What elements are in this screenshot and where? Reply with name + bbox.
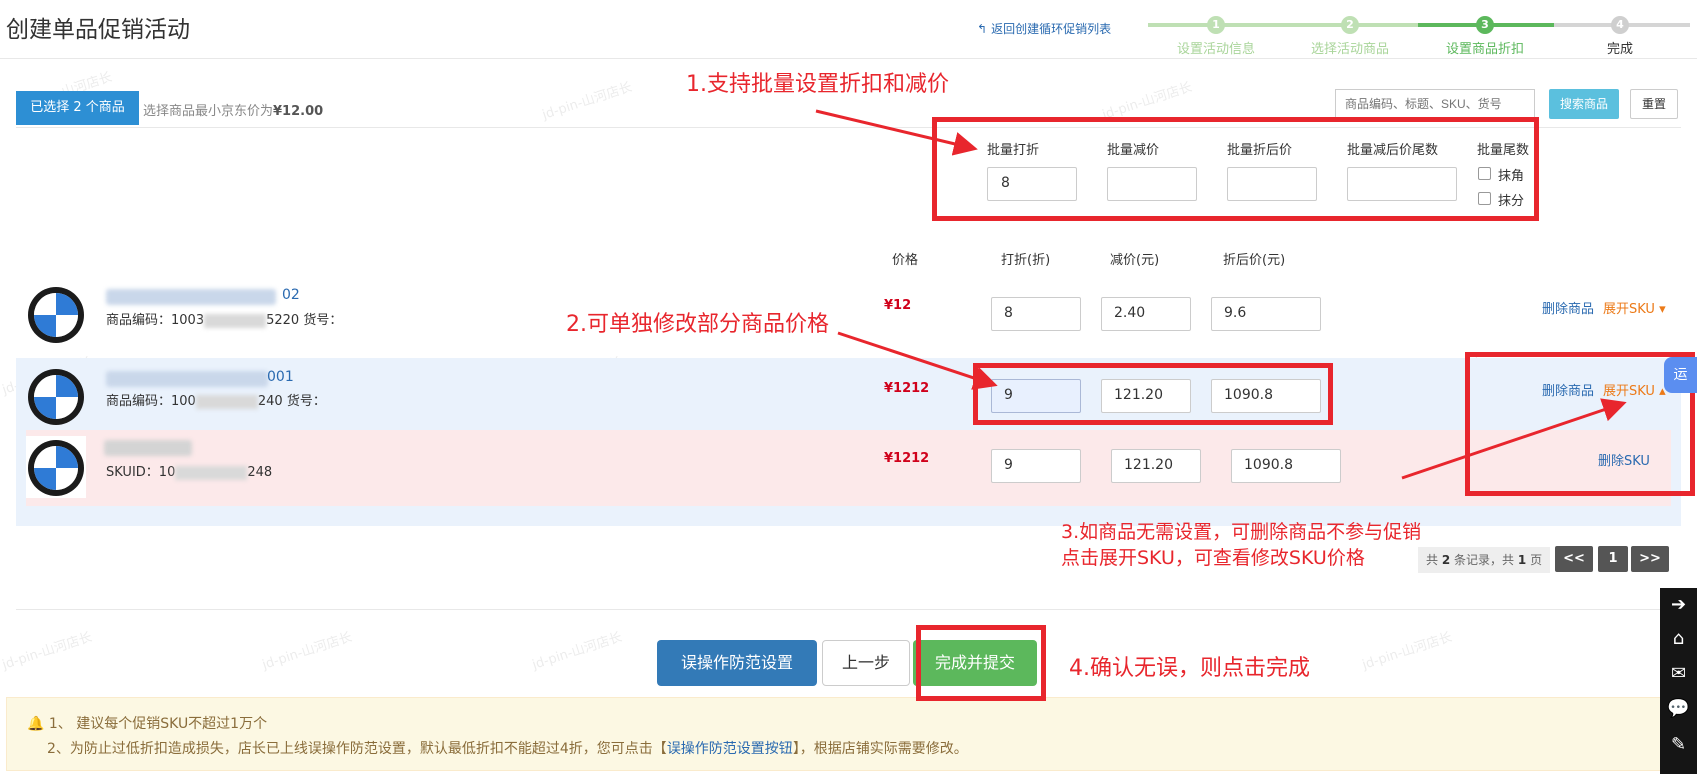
floating-chat-icon[interactable]: 运 bbox=[1664, 357, 1697, 393]
right-toolbar: ➔ ⌂ ✉ 💬 ✎ bbox=[1660, 588, 1697, 774]
comment-icon[interactable]: 💬 bbox=[1660, 698, 1697, 719]
mail-icon[interactable]: ✉ bbox=[1660, 663, 1697, 684]
home-icon[interactable]: ⌂ bbox=[1660, 628, 1697, 649]
arrow-1 bbox=[815, 109, 978, 156]
arrow-2 bbox=[837, 331, 998, 390]
edit-icon[interactable]: ✎ bbox=[1660, 734, 1697, 755]
arrow-3 bbox=[1401, 398, 1627, 480]
arrow-right-icon[interactable]: ➔ bbox=[1660, 594, 1697, 615]
annotation-arrows bbox=[815, 109, 1627, 480]
